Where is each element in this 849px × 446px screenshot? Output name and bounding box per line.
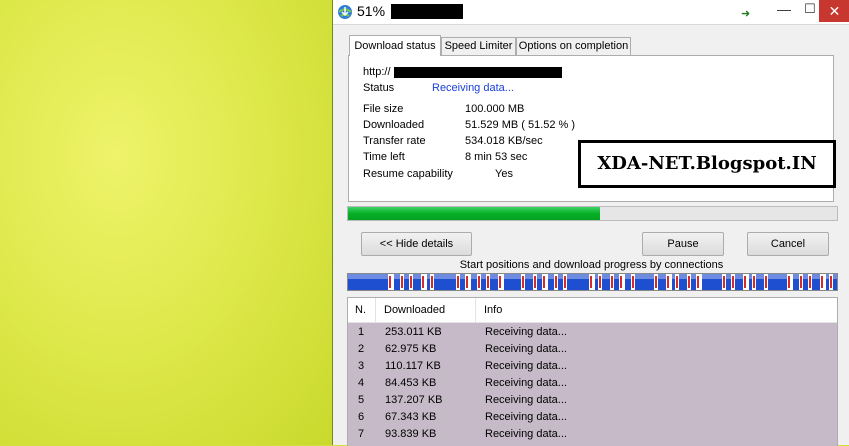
- hide-details-button[interactable]: << Hide details: [361, 232, 472, 256]
- connection-info: Receiving data...: [485, 326, 567, 338]
- connection-number: 2: [358, 343, 365, 355]
- connection-info: Receiving data...: [485, 343, 567, 355]
- window-title-percent: 51%: [357, 3, 386, 19]
- connections-progress-graphic: [348, 274, 837, 290]
- cancel-button[interactable]: Cancel: [747, 232, 829, 256]
- tab-speed-limiter[interactable]: Speed Limiter: [441, 37, 516, 56]
- connection-downloaded: 137.207 KB: [385, 394, 443, 406]
- watermark-banner: XDA-NET.Blogspot.IN: [578, 140, 836, 188]
- connection-info: Receiving data...: [485, 428, 567, 440]
- connection-row[interactable]: 6 67.343 KB Receiving data...: [348, 409, 837, 426]
- connection-downloaded: 110.117 KB: [385, 360, 441, 372]
- transfer-rate-label: Transfer rate: [363, 135, 426, 147]
- file-size-value: 100.000 MB: [465, 103, 525, 115]
- redacted-url: [394, 67, 562, 78]
- connection-info: Receiving data...: [485, 360, 567, 372]
- connection-downloaded: 93.839 KB: [385, 428, 437, 440]
- connection-number: 5: [358, 394, 365, 406]
- idm-globe-icon: [338, 5, 352, 19]
- tab-options-on-completion[interactable]: Options on completion: [516, 37, 631, 56]
- green-arrow-icon[interactable]: ➜: [741, 7, 750, 20]
- download-progress-bar: [347, 206, 838, 221]
- connection-row[interactable]: 4 84.453 KB Receiving data...: [348, 375, 837, 392]
- resume-capability-value: Yes: [495, 168, 513, 180]
- connection-downloaded: 84.453 KB: [385, 377, 437, 389]
- status-value: Receiving data...: [432, 82, 514, 94]
- connections-list[interactable]: N. Downloaded Info 1 253.011 KB Receiving …: [347, 297, 838, 446]
- connection-number: 4: [358, 377, 365, 389]
- connections-caption: Start positions and download progress by…: [459, 259, 724, 271]
- connections-list-header: N. Downloaded Info: [348, 298, 837, 323]
- downloaded-label: Downloaded: [363, 119, 425, 131]
- connection-row[interactable]: 2 62.975 KB Receiving data...: [348, 341, 837, 358]
- download-window: 51% ➜ — ☐ ✕ Download status Speed Limite…: [332, 0, 849, 446]
- pause-button[interactable]: Pause: [642, 232, 724, 256]
- url-label: http://: [363, 66, 391, 78]
- resume-capability-label: Resume capability: [363, 168, 453, 180]
- tab-download-status[interactable]: Download status: [349, 35, 441, 56]
- column-header-number[interactable]: N.: [348, 298, 376, 322]
- time-left-label: Time left: [363, 151, 405, 163]
- connection-row[interactable]: 7 93.839 KB Receiving data...: [348, 426, 837, 443]
- connection-number: 3: [358, 360, 365, 372]
- close-button[interactable]: ✕: [819, 0, 849, 22]
- connection-info: Receiving data...: [485, 411, 567, 423]
- connection-number: 6: [358, 411, 365, 423]
- connection-number: 1: [358, 326, 365, 338]
- connection-downloaded: 62.975 KB: [385, 343, 437, 355]
- desktop-background: [0, 0, 332, 445]
- time-left-value: 8 min 53 sec: [465, 151, 528, 163]
- connection-number: 7: [358, 428, 365, 440]
- title-bar[interactable]: 51% ➜ — ☐ ✕: [333, 0, 849, 25]
- column-header-downloaded[interactable]: Downloaded: [376, 298, 476, 322]
- downloaded-value: 51.529 MB ( 51.52 % ): [465, 119, 576, 131]
- maximize-button[interactable]: ☐: [799, 1, 821, 21]
- file-size-label: File size: [363, 103, 404, 115]
- column-header-info[interactable]: Info: [476, 298, 837, 322]
- connection-downloaded: 67.343 KB: [385, 411, 437, 423]
- connection-info: Receiving data...: [485, 377, 567, 389]
- connection-info: Receiving data...: [485, 394, 567, 406]
- minimize-button[interactable]: —: [769, 1, 799, 21]
- progress-fill: [348, 207, 600, 220]
- connections-progress-bar: [347, 273, 838, 291]
- connection-row[interactable]: 5 137.207 KB Receiving data...: [348, 392, 837, 409]
- redacted-filename: [391, 4, 463, 19]
- connection-row[interactable]: 1 253.011 KB Receiving data...: [348, 324, 837, 341]
- status-label: Status: [363, 82, 395, 94]
- connection-downloaded: 253.011 KB: [385, 326, 442, 338]
- connection-row[interactable]: 3 110.117 KB Receiving data...: [348, 358, 837, 375]
- transfer-rate-value: 534.018 KB/sec: [465, 135, 543, 147]
